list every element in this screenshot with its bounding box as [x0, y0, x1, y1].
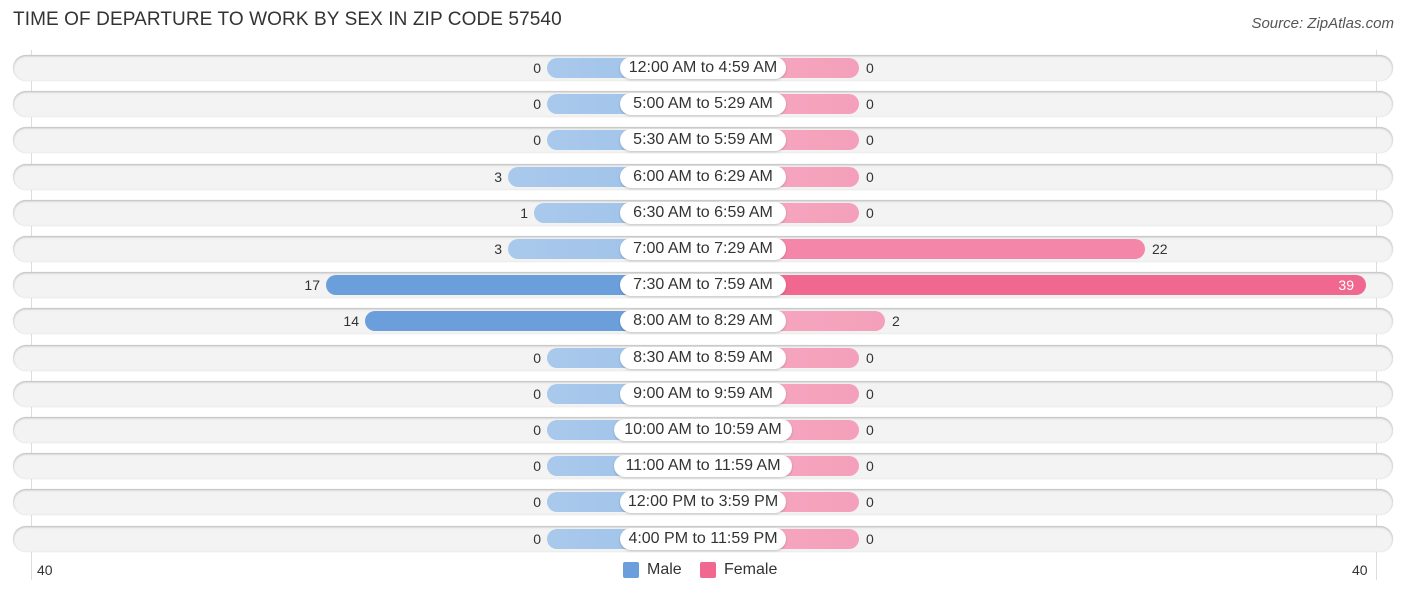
legend-label-male: Male: [647, 561, 682, 578]
category-label: 10:00 AM to 10:59 AM: [614, 419, 792, 441]
legend-item-female: Female: [700, 561, 777, 579]
category-label: 9:00 AM to 9:59 AM: [620, 382, 786, 405]
category-label: 6:00 AM to 6:29 AM: [620, 165, 786, 188]
category-label: 7:00 AM to 7:29 AM: [620, 238, 786, 260]
female-value-label: 0: [866, 204, 874, 221]
male-value-label: 0: [533, 96, 541, 113]
category-label: 4:00 PM to 11:59 PM: [620, 527, 786, 550]
female-bar: [703, 275, 1366, 296]
male-value-label: 0: [533, 530, 541, 547]
male-value-label: 3: [494, 241, 502, 257]
category-label: 12:00 PM to 3:59 PM: [620, 491, 786, 514]
category-label: 8:30 AM to 8:59 AM: [620, 346, 786, 369]
female-value-label: 0: [866, 60, 874, 76]
category-label: 5:00 AM to 5:29 AM: [620, 93, 786, 116]
male-value-label: 1: [520, 204, 528, 221]
female-swatch-icon: [700, 562, 716, 578]
chart-plot-area: 0 0 12:00 AM to 4:59 AM 0 0 5:00 AM to 5:29 A…: [0, 0, 1406, 594]
female-value-label: 0: [866, 385, 874, 402]
female-value-label: 0: [866, 168, 874, 185]
male-value-label: 0: [533, 132, 541, 149]
category-label: 8:00 AM to 8:29 AM: [620, 310, 786, 333]
female-value-label: 0: [866, 458, 874, 475]
male-value-label: 3: [494, 168, 502, 185]
male-value-label: 0: [533, 494, 541, 511]
female-value-label: 0: [866, 349, 874, 366]
male-swatch-icon: [623, 562, 639, 578]
female-value-label: 0: [866, 422, 874, 438]
male-value-label: 14: [343, 313, 359, 330]
male-value-label: 0: [533, 349, 541, 366]
category-label: 12:00 AM to 4:59 AM: [620, 57, 786, 79]
left-axis-tick: 40: [37, 562, 53, 578]
legend-label-female: Female: [724, 561, 778, 578]
category-label: 11:00 AM to 11:59 AM: [614, 455, 792, 478]
legend-item-male: Male: [623, 561, 682, 579]
male-value-label: 17: [304, 277, 320, 294]
female-value-label: 0: [866, 494, 874, 511]
female-value-label: 0: [866, 96, 874, 113]
female-value-label: 0: [866, 530, 874, 547]
category-label: 5:30 AM to 5:59 AM: [620, 129, 786, 152]
female-value-label: 0: [866, 132, 874, 149]
female-value-label: 2: [892, 313, 900, 330]
category-label: 7:30 AM to 7:59 AM: [620, 274, 786, 297]
male-value-label: 0: [533, 60, 541, 76]
female-value-label: 39: [1338, 277, 1354, 294]
category-label: 6:30 AM to 6:59 AM: [620, 201, 786, 224]
male-value-label: 0: [533, 422, 541, 438]
female-value-label: 22: [1152, 241, 1168, 257]
right-axis-tick: 40: [1352, 562, 1368, 578]
male-value-label: 0: [533, 385, 541, 402]
male-value-label: 0: [533, 458, 541, 475]
